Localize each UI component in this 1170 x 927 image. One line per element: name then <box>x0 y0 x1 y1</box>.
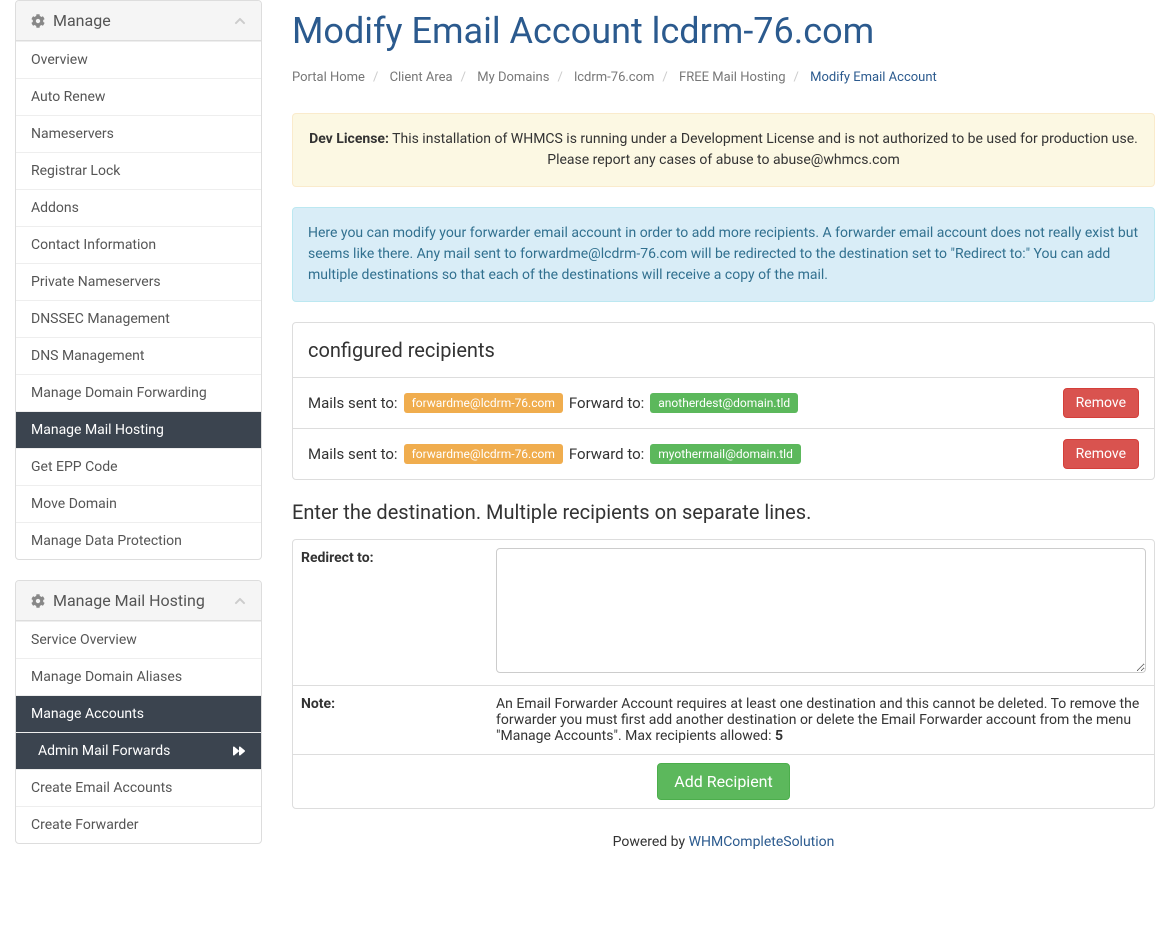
sidebar-item-create-email-accounts[interactable]: Create Email Accounts <box>16 769 261 806</box>
remove-recipient-button[interactable]: Remove <box>1063 388 1139 418</box>
note-max: 5 <box>775 728 783 744</box>
breadcrumb-client-area[interactable]: Client Area <box>390 70 453 85</box>
form-intro: Enter the destination. Multiple recipien… <box>292 500 1155 524</box>
footer: Powered by WHMCompleteSolution <box>292 834 1155 850</box>
mail-hosting-panel-title: Manage Mail Hosting <box>53 591 205 610</box>
sidebar-item-create-forwarder[interactable]: Create Forwarder <box>16 806 261 843</box>
whmcs-link[interactable]: WHMCompleteSolution <box>689 834 835 850</box>
recipient-row: Mails sent to: forwardme@lcdrm-76.com Fo… <box>293 378 1154 429</box>
breadcrumb-free-mail-hosting[interactable]: FREE Mail Hosting <box>679 70 785 85</box>
info-alert: Here you can modify your forwarder email… <box>292 207 1155 302</box>
destination-form: Redirect to: Note: An Email Forwarder Ac… <box>292 539 1155 809</box>
breadcrumb-portal-home[interactable]: Portal Home <box>292 70 365 85</box>
sidebar-item-service-overview[interactable]: Service Overview <box>16 621 261 658</box>
manage-panel-heading[interactable]: Manage <box>16 1 261 41</box>
sidebar-item-dnssec-management[interactable]: DNSSEC Management <box>16 300 261 337</box>
info-alert-text: Here you can modify your forwarder email… <box>308 225 1138 283</box>
forward-to-label: Forward to: <box>569 394 644 412</box>
sidebar-item-overview[interactable]: Overview <box>16 41 261 78</box>
manage-panel-title: Manage <box>53 11 111 30</box>
mail-hosting-panel: Manage Mail Hosting Service Overview Man… <box>15 580 262 844</box>
from-email-badge: forwardme@lcdrm-76.com <box>404 444 563 464</box>
to-email-badge: myothermail@domain.tld <box>650 444 801 464</box>
sidebar-item-get-epp-code[interactable]: Get EPP Code <box>16 448 261 485</box>
sidebar-item-registrar-lock[interactable]: Registrar Lock <box>16 152 261 189</box>
remove-recipient-button[interactable]: Remove <box>1063 439 1139 469</box>
sidebar-item-admin-mail-forwards[interactable]: Admin Mail Forwards <box>16 732 261 769</box>
sidebar-item-auto-renew[interactable]: Auto Renew <box>16 78 261 115</box>
forward-to-label: Forward to: <box>569 445 644 463</box>
chevron-up-icon <box>234 595 246 607</box>
recipients-header: configured recipients <box>293 323 1154 378</box>
gear-icon <box>31 14 45 28</box>
powered-by-label: Powered by <box>613 834 689 850</box>
from-email-badge: forwardme@lcdrm-76.com <box>404 393 563 413</box>
manage-panel: Manage Overview Auto Renew Nameservers R… <box>15 0 262 560</box>
sidebar-item-move-domain[interactable]: Move Domain <box>16 485 261 522</box>
add-recipient-button[interactable]: Add Recipient <box>657 763 790 800</box>
sidebar-item-manage-domain-forwarding[interactable]: Manage Domain Forwarding <box>16 374 261 411</box>
sidebar-item-manage-data-protection[interactable]: Manage Data Protection <box>16 522 261 559</box>
chevron-up-icon <box>234 15 246 27</box>
mails-sent-label: Mails sent to: <box>308 394 398 412</box>
mails-sent-label: Mails sent to: <box>308 445 398 463</box>
sidebar-item-manage-accounts[interactable]: Manage Accounts <box>16 695 261 732</box>
redirect-to-input[interactable] <box>496 548 1146 673</box>
breadcrumb-current: Modify Email Account <box>810 70 937 85</box>
dev-license-label: Dev License: <box>309 131 389 147</box>
gear-icon <box>31 594 45 608</box>
recipients-panel: configured recipients Mails sent to: for… <box>292 322 1155 480</box>
sidebar-item-nameservers[interactable]: Nameservers <box>16 115 261 152</box>
breadcrumb-domain[interactable]: lcdrm-76.com <box>574 70 654 85</box>
sidebar-item-manage-domain-aliases[interactable]: Manage Domain Aliases <box>16 658 261 695</box>
breadcrumb-my-domains[interactable]: My Domains <box>477 70 549 85</box>
sidebar-item-contact-information[interactable]: Contact Information <box>16 226 261 263</box>
sidebar-item-private-nameservers[interactable]: Private Nameservers <box>16 263 261 300</box>
to-email-badge: anotherdest@domain.tld <box>650 393 798 413</box>
sidebar-item-addons[interactable]: Addons <box>16 189 261 226</box>
sidebar-item-dns-management[interactable]: DNS Management <box>16 337 261 374</box>
recipient-row: Mails sent to: forwardme@lcdrm-76.com Fo… <box>293 429 1154 479</box>
dev-license-alert: Dev License: This installation of WHMCS … <box>292 113 1155 187</box>
note-label: Note: <box>293 686 488 755</box>
sidebar-item-manage-mail-hosting[interactable]: Manage Mail Hosting <box>16 411 261 448</box>
page-title: Modify Email Account lcdrm-76.com <box>292 10 1155 52</box>
dev-license-text: This installation of WHMCS is running un… <box>389 131 1138 168</box>
redirect-to-label: Redirect to: <box>293 540 488 686</box>
breadcrumb: Portal Home/ Client Area/ My Domains/ lc… <box>292 62 1155 93</box>
mail-hosting-panel-heading[interactable]: Manage Mail Hosting <box>16 581 261 621</box>
forward-icon <box>232 745 246 757</box>
note-text: An Email Forwarder Account requires at l… <box>496 696 1139 744</box>
